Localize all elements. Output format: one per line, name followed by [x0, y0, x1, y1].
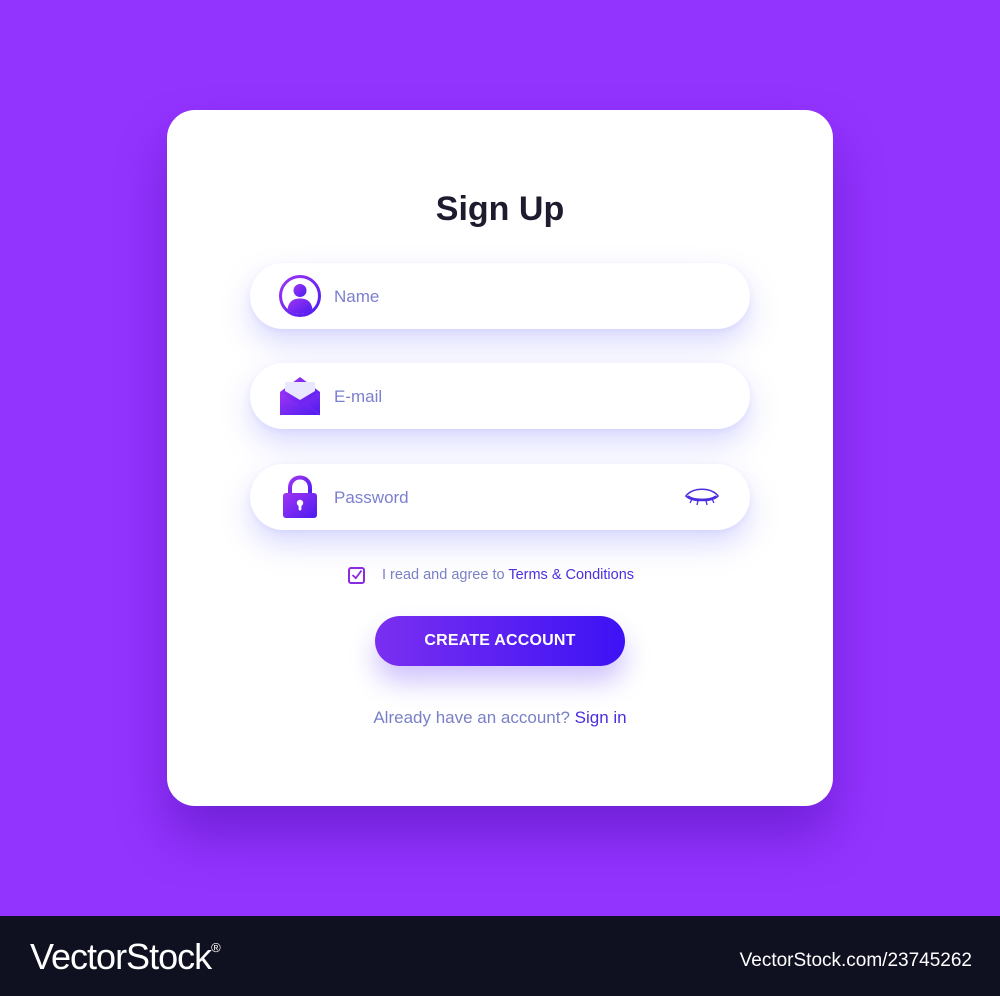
terms-text: I read and agree to Terms & Conditions [382, 567, 634, 583]
envelope-icon [278, 374, 322, 418]
brand-logo: VectorStock® [30, 936, 221, 978]
name-field[interactable] [250, 263, 750, 329]
email-input[interactable] [332, 379, 656, 415]
user-icon [278, 274, 322, 318]
brand-mark: ® [211, 940, 221, 955]
name-input[interactable] [332, 279, 656, 315]
lock-icon [278, 475, 322, 519]
signin-row: Already have an account? Sign in [167, 708, 833, 728]
check-icon [351, 569, 363, 580]
email-field[interactable] [250, 363, 750, 429]
brand-name: VectorStock [30, 936, 212, 977]
password-input[interactable] [332, 480, 656, 516]
terms-agreement: I read and agree to Terms & Conditions [348, 564, 634, 586]
create-account-button[interactable]: CREATE ACCOUNT [375, 616, 625, 666]
terms-link[interactable]: Terms & Conditions [508, 567, 634, 583]
signup-card: Sign Up Name E-mail I read and agree to … [167, 110, 833, 806]
password-field[interactable] [250, 464, 750, 530]
terms-checkbox[interactable] [348, 566, 365, 584]
page-title: Sign Up [435, 190, 565, 228]
watermark-footer: VectorStock® VectorStock.com/23745262 [0, 916, 1000, 996]
signin-link[interactable]: Sign in [575, 708, 627, 727]
eye-closed-icon[interactable] [682, 482, 722, 512]
stock-id: VectorStock.com/23745262 [739, 950, 972, 971]
signin-prompt: Already have an account? [373, 708, 575, 727]
terms-label: I read and agree to [382, 567, 509, 583]
